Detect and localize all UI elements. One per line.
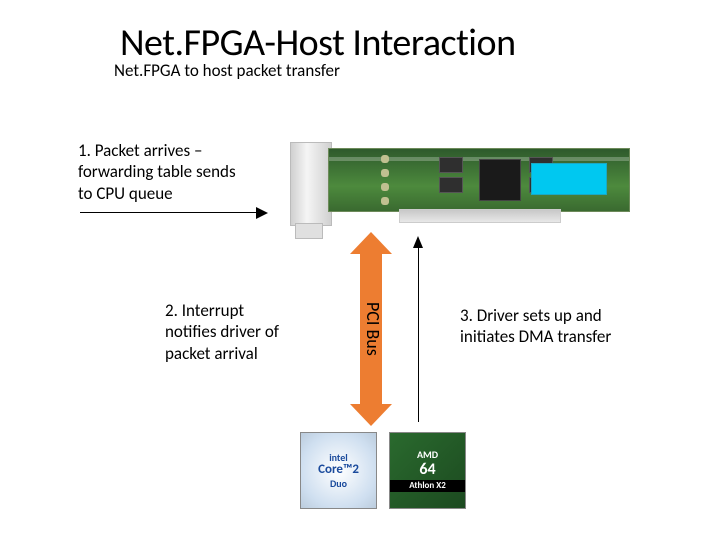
- capacitor: [381, 155, 389, 163]
- netfpga-board: [290, 148, 630, 243]
- logo-text: Duo: [330, 478, 347, 489]
- packet-in-arrow: [80, 204, 270, 220]
- logo-text: 64: [415, 460, 439, 480]
- logo-text: Core™2: [318, 463, 359, 477]
- sram-chip: [439, 157, 463, 173]
- pci-bracket: [290, 142, 332, 226]
- slide: Net.FPGA-Host Interaction Net.FPGA to ho…: [0, 0, 720, 540]
- cpu-queue-highlight: [531, 163, 607, 195]
- slide-subtitle: Net.FPGA to host packet transfer: [114, 60, 340, 81]
- step-3-text: 3. Driver sets up and initiates DMA tran…: [460, 305, 620, 348]
- capacitor: [381, 169, 389, 177]
- capacitor: [381, 197, 389, 205]
- logo-text: Athlon X2: [390, 480, 465, 492]
- pci-bus-label: PCI Bus: [358, 284, 384, 374]
- cpu-logos: intel Core™2 Duo AMD 64 Athlon X2: [300, 432, 466, 509]
- logo-text: AMD: [417, 449, 438, 460]
- step-2-text: 2. Interrupt notifies driver of packet a…: [165, 300, 285, 364]
- capacitor: [381, 183, 389, 191]
- edge-connector: [399, 209, 561, 223]
- pci-bus-arrow: PCI Bus: [350, 232, 392, 426]
- amd-athlon64-logo: AMD 64 Athlon X2: [389, 432, 466, 509]
- pcb: [328, 148, 630, 212]
- fpga-chip: [479, 159, 521, 201]
- intel-core2-logo: intel Core™2 Duo: [300, 432, 377, 509]
- driver-to-board-arrow: [412, 236, 426, 422]
- step-1-text: 1. Packet arrives – forwarding table sen…: [78, 140, 248, 204]
- sram-chip: [439, 177, 463, 193]
